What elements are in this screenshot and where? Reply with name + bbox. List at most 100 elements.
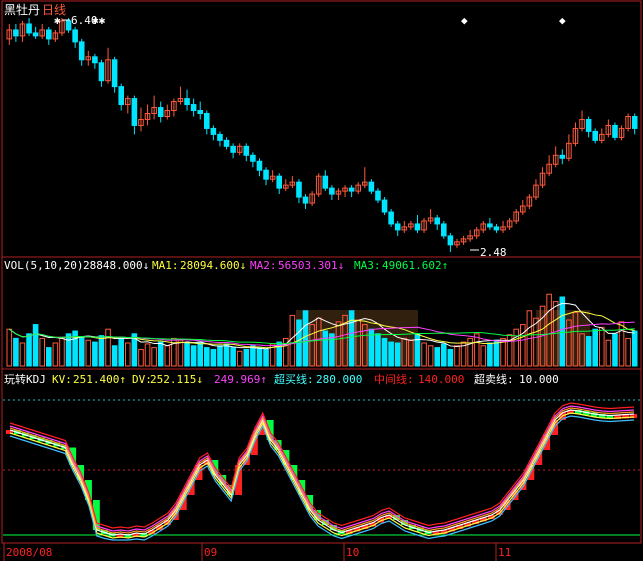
volume-bar [381, 337, 388, 367]
candle-body [348, 187, 355, 192]
volume-bar [592, 328, 599, 367]
volume-bar [151, 347, 157, 367]
kdj-line [9, 412, 635, 539]
candle-body [631, 115, 638, 129]
volume-bar [138, 348, 144, 367]
candle-body [111, 59, 118, 88]
kdj-line [9, 402, 635, 529]
volume-bar [197, 341, 204, 367]
kv-value: 251.400↑ [73, 373, 126, 386]
volume-bar [26, 333, 32, 367]
x-axis-ticks [3, 543, 497, 561]
volume-bar [230, 347, 236, 367]
vol-ma2-value: 56503.301↓ [278, 259, 344, 272]
diamond-icon: ◆ [461, 14, 468, 27]
candle-body [487, 223, 493, 228]
volume-bar [473, 333, 480, 367]
candle-body [441, 223, 447, 237]
candle-body [329, 187, 335, 195]
vol-value: 28848.000↓ [83, 259, 149, 272]
candle-body [243, 145, 250, 156]
volume-bar [46, 347, 52, 367]
volume-bar [236, 350, 243, 367]
kdj-line [9, 409, 635, 536]
candle-body [592, 130, 599, 141]
volume-bar [585, 336, 592, 367]
vol-ma1-value: 28094.600↓ [180, 259, 246, 272]
volume-bar [256, 347, 263, 367]
volume-bar [250, 345, 256, 367]
candle-body [394, 223, 401, 231]
volume-bar [612, 333, 618, 367]
volume-bar [144, 343, 151, 367]
volume-bar [631, 330, 638, 367]
volume-bar [322, 330, 329, 367]
volume-bar [204, 347, 210, 367]
candle-body [322, 175, 329, 189]
candle-body [13, 29, 19, 37]
kv-label: KV: [52, 373, 72, 386]
vol-ma3-value: 49061.602↑ [382, 259, 448, 272]
volume-bar [447, 348, 454, 367]
volume-bar [329, 333, 335, 367]
dv-value: 252.115↓ [150, 373, 203, 386]
volume-bar [92, 341, 98, 367]
volume-bar [375, 333, 381, 367]
volume-bar [520, 324, 526, 367]
volume-bar [487, 342, 493, 367]
candle-body [197, 110, 204, 115]
j-value: 249.969↑ [214, 373, 267, 386]
candle-body [230, 145, 236, 153]
volume-bar [421, 342, 427, 367]
candle-body [250, 154, 256, 162]
volume-bar [65, 333, 72, 367]
volume-bar [32, 324, 39, 367]
star-icon: ✱ [54, 14, 61, 27]
overbought-value: 280.000 [316, 373, 362, 386]
volume-bar [19, 342, 26, 367]
candle-body [217, 133, 223, 141]
candle-body [131, 98, 138, 126]
dv-label: DV: [132, 373, 152, 386]
candle-body [612, 124, 618, 138]
volume-bar [559, 296, 566, 367]
volume-bar [6, 328, 13, 367]
candle-body [184, 98, 190, 106]
volume-bar [210, 348, 217, 367]
volume-bar [13, 337, 19, 367]
kdj-plot [3, 399, 640, 541]
volume-bar [118, 337, 124, 367]
candle-body [72, 29, 78, 43]
volume-bar [289, 314, 296, 367]
candle-body [92, 56, 98, 64]
volume-bar [184, 342, 190, 367]
volume-bar [52, 342, 59, 367]
volume-bar [441, 343, 447, 367]
oversold-value: 10.000 [519, 373, 559, 386]
volume-bar [98, 335, 105, 367]
stock-chart[interactable]: 黑牡丹 日线 ✱ ✱✱ ◆ ◆ 6.40 2.48 VOL(5,10,20) 2… [0, 0, 643, 561]
volume-bar [111, 345, 118, 367]
middle-label: 中间线: [374, 372, 414, 386]
diamond-icon: ◆ [559, 14, 566, 27]
volume-bar [605, 339, 612, 367]
candle-body [256, 160, 263, 171]
volume-bar [513, 328, 520, 367]
volume-bar [480, 345, 487, 367]
volume-bar [59, 337, 65, 367]
volume-bar [625, 337, 631, 367]
vol-ma3-label: MA3: [354, 259, 381, 272]
volume-bar [190, 345, 197, 367]
candle-body [98, 62, 105, 82]
oversold-label: 超卖线: [474, 372, 514, 386]
candle-body [368, 181, 375, 192]
volume-bar [263, 348, 269, 367]
low-label: 2.48 [480, 246, 507, 259]
x-label-oct: 10 [346, 546, 359, 559]
candle-body [447, 235, 454, 246]
volume-bar [434, 347, 440, 367]
volume-bar [85, 339, 92, 367]
candle-body [381, 199, 388, 213]
candle-body [296, 181, 302, 198]
candle-body [118, 86, 124, 106]
